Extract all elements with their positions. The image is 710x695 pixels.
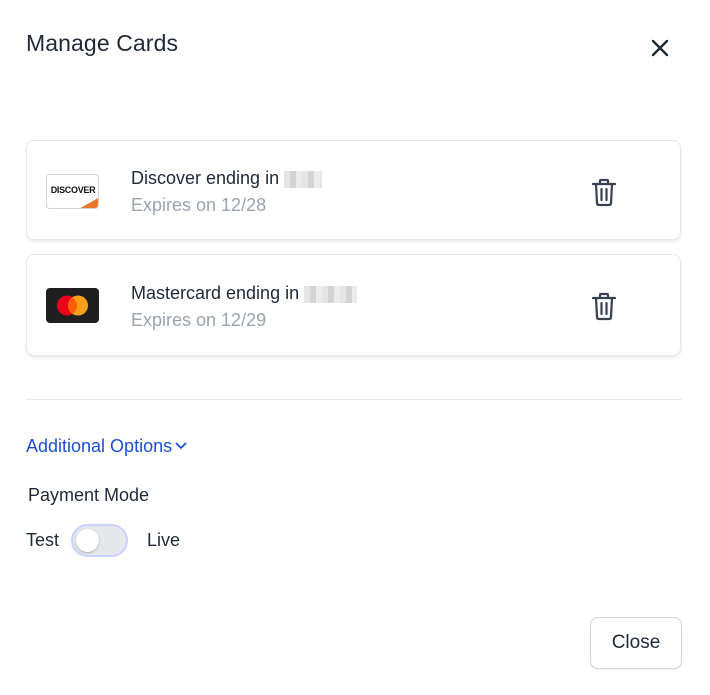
card-name-mastercard: Mastercard ending in xyxy=(131,283,358,304)
toggle-knob xyxy=(76,529,99,552)
card-name-label: Mastercard ending in xyxy=(131,283,300,303)
card-expiry-mastercard: Expires on 12/29 xyxy=(131,310,267,330)
mastercard-logo xyxy=(46,288,99,323)
card-name-discover: Discover ending in xyxy=(131,168,323,189)
payment-mode-label: Payment Mode xyxy=(28,485,150,505)
additional-options-toggle[interactable]: Additional Options xyxy=(26,436,187,457)
card-row-discover: DISCOVER Discover ending in Expires on 1… xyxy=(26,140,681,240)
close-button[interactable]: Close xyxy=(590,617,682,669)
payment-mode-toggle[interactable] xyxy=(71,524,128,557)
manage-cards-modal: Manage Cards DISCOVER Discover ending in… xyxy=(0,0,710,695)
additional-options-label: Additional Options xyxy=(26,436,173,456)
modal-title: Manage Cards xyxy=(26,30,179,56)
masked-card-digits xyxy=(284,170,323,188)
trash-icon[interactable] xyxy=(590,177,618,207)
trash-icon[interactable] xyxy=(590,291,618,321)
card-row-mastercard: Mastercard ending in Expires on 12/29 xyxy=(26,254,681,356)
toggle-test-label: Test xyxy=(26,530,60,550)
section-divider xyxy=(26,399,682,400)
card-name-label: Discover ending in xyxy=(131,168,280,188)
close-icon[interactable] xyxy=(646,34,674,62)
chevron-down-icon xyxy=(175,442,187,449)
masked-card-digits xyxy=(304,285,358,303)
discover-logo: DISCOVER xyxy=(46,174,99,209)
toggle-live-label: Live xyxy=(147,530,181,550)
card-expiry-discover: Expires on 12/28 xyxy=(131,195,267,215)
